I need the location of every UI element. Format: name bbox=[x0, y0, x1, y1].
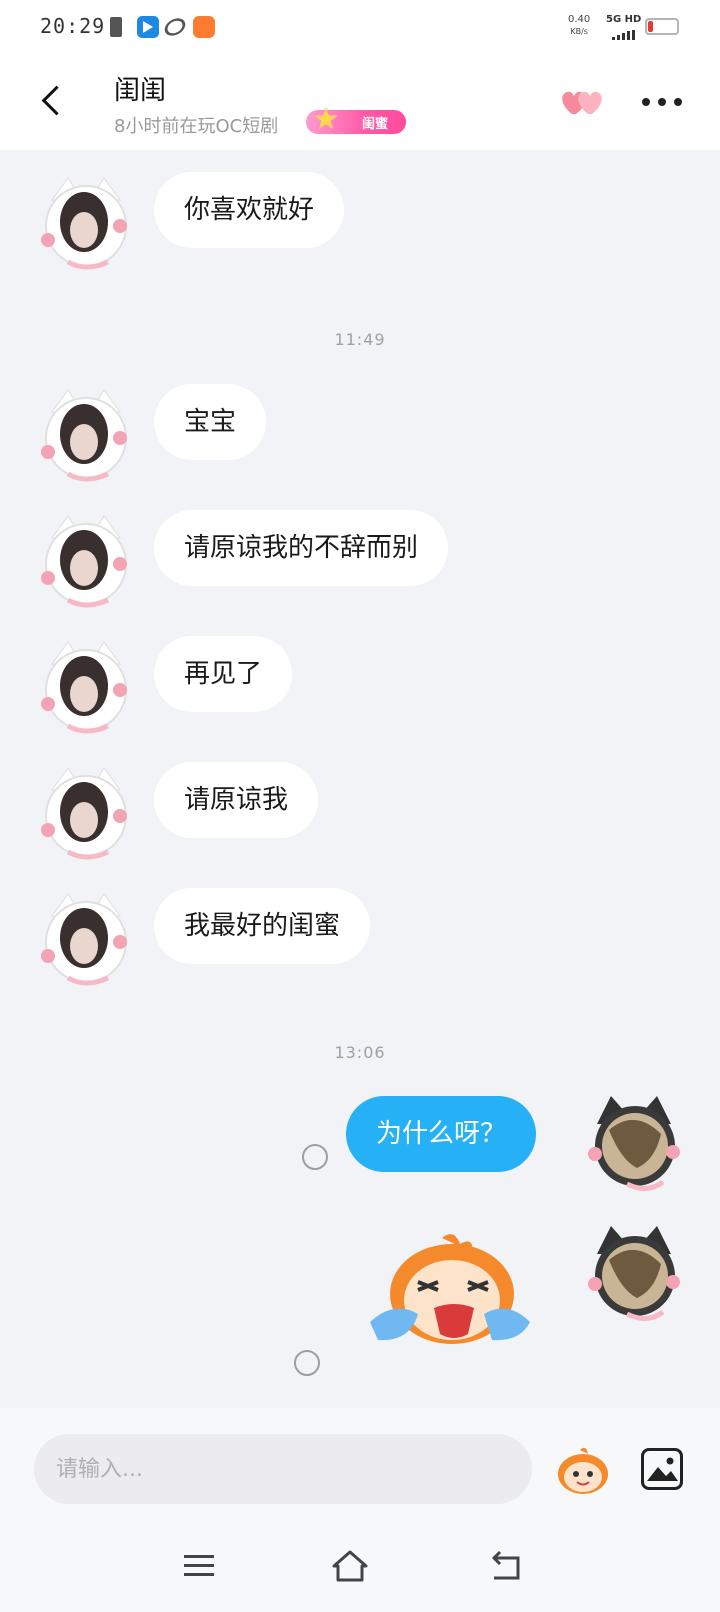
status-time: 20:29 bbox=[40, 14, 106, 38]
relationship-label: 闺蜜 bbox=[362, 117, 389, 132]
battery-icon bbox=[645, 18, 679, 35]
chat-header: 闺闺 8小时前在玩OC短剧 ★ 闺蜜 bbox=[0, 54, 720, 150]
incoming-bubble[interactable]: 宝宝 bbox=[154, 384, 267, 460]
incoming-bubble[interactable]: 再见了 bbox=[154, 636, 293, 712]
more-dot bbox=[674, 98, 682, 106]
network-type: 5G HD bbox=[606, 14, 642, 25]
incoming-bubble[interactable]: 请原谅我 bbox=[154, 762, 319, 838]
contact-avatar[interactable] bbox=[38, 170, 134, 276]
more-dots-icon bbox=[642, 98, 650, 106]
signal-icon bbox=[612, 30, 636, 40]
menu-icon[interactable] bbox=[180, 1548, 220, 1584]
back-button[interactable] bbox=[34, 80, 74, 124]
net-speed-unit: KB/s bbox=[570, 27, 588, 36]
blue-app-icon bbox=[137, 16, 159, 38]
contact-avatar[interactable] bbox=[38, 760, 134, 866]
contact-avatar[interactable] bbox=[38, 886, 134, 992]
battery-saver-icon bbox=[110, 17, 122, 37]
emoji-button[interactable] bbox=[556, 1446, 610, 1496]
more-dot bbox=[658, 98, 666, 106]
system-nav-bar bbox=[0, 1520, 720, 1612]
outgoing-bubble[interactable]: 为什么呀？ bbox=[346, 1096, 537, 1172]
contact-avatar[interactable] bbox=[38, 508, 134, 614]
more-button[interactable] bbox=[640, 90, 684, 114]
contact-avatar[interactable] bbox=[38, 382, 134, 488]
hearts-icon[interactable] bbox=[558, 84, 608, 120]
orange-app-icon bbox=[193, 16, 215, 38]
ring-app-icon bbox=[161, 14, 189, 40]
image-button[interactable] bbox=[641, 1448, 683, 1490]
timestamp: 13:06 bbox=[334, 1043, 386, 1062]
star-icon: ★ bbox=[312, 102, 340, 137]
send-status-icon bbox=[302, 1144, 328, 1170]
user-avatar[interactable] bbox=[585, 1220, 681, 1326]
network-speed: 0.40 KB/s bbox=[568, 14, 590, 38]
message-input[interactable] bbox=[34, 1434, 532, 1504]
incoming-bubble[interactable]: 我最好的闺蜜 bbox=[154, 888, 371, 964]
incoming-bubble[interactable]: 请原谅我的不辞而别 bbox=[154, 510, 449, 586]
input-bar bbox=[0, 1408, 720, 1520]
contact-name[interactable]: 闺闺 bbox=[114, 70, 166, 107]
image-icon bbox=[647, 1457, 678, 1481]
last-active-status: 8小时前在玩OC短剧 bbox=[114, 116, 279, 137]
send-status-icon bbox=[294, 1350, 320, 1376]
battery-level bbox=[648, 21, 653, 32]
net-speed-value: 0.40 bbox=[568, 14, 591, 25]
contact-avatar[interactable] bbox=[38, 634, 134, 740]
user-avatar[interactable] bbox=[585, 1090, 681, 1196]
chat-area[interactable]: 你喜欢就好 11:49 宝宝 请原谅我的不辞而别 再见了 请原谅我 我最好的闺蜜… bbox=[0, 150, 720, 1408]
status-bar: 20:29 0.40 KB/s 5G HD bbox=[0, 0, 720, 54]
back-return-icon[interactable] bbox=[486, 1548, 526, 1584]
relationship-badge[interactable]: ★ 闺蜜 bbox=[306, 102, 406, 137]
incoming-bubble[interactable]: 你喜欢就好 bbox=[154, 172, 345, 248]
crying-mascot-sticker[interactable] bbox=[364, 1230, 536, 1370]
home-icon[interactable] bbox=[330, 1548, 370, 1584]
timestamp: 11:49 bbox=[334, 330, 386, 349]
